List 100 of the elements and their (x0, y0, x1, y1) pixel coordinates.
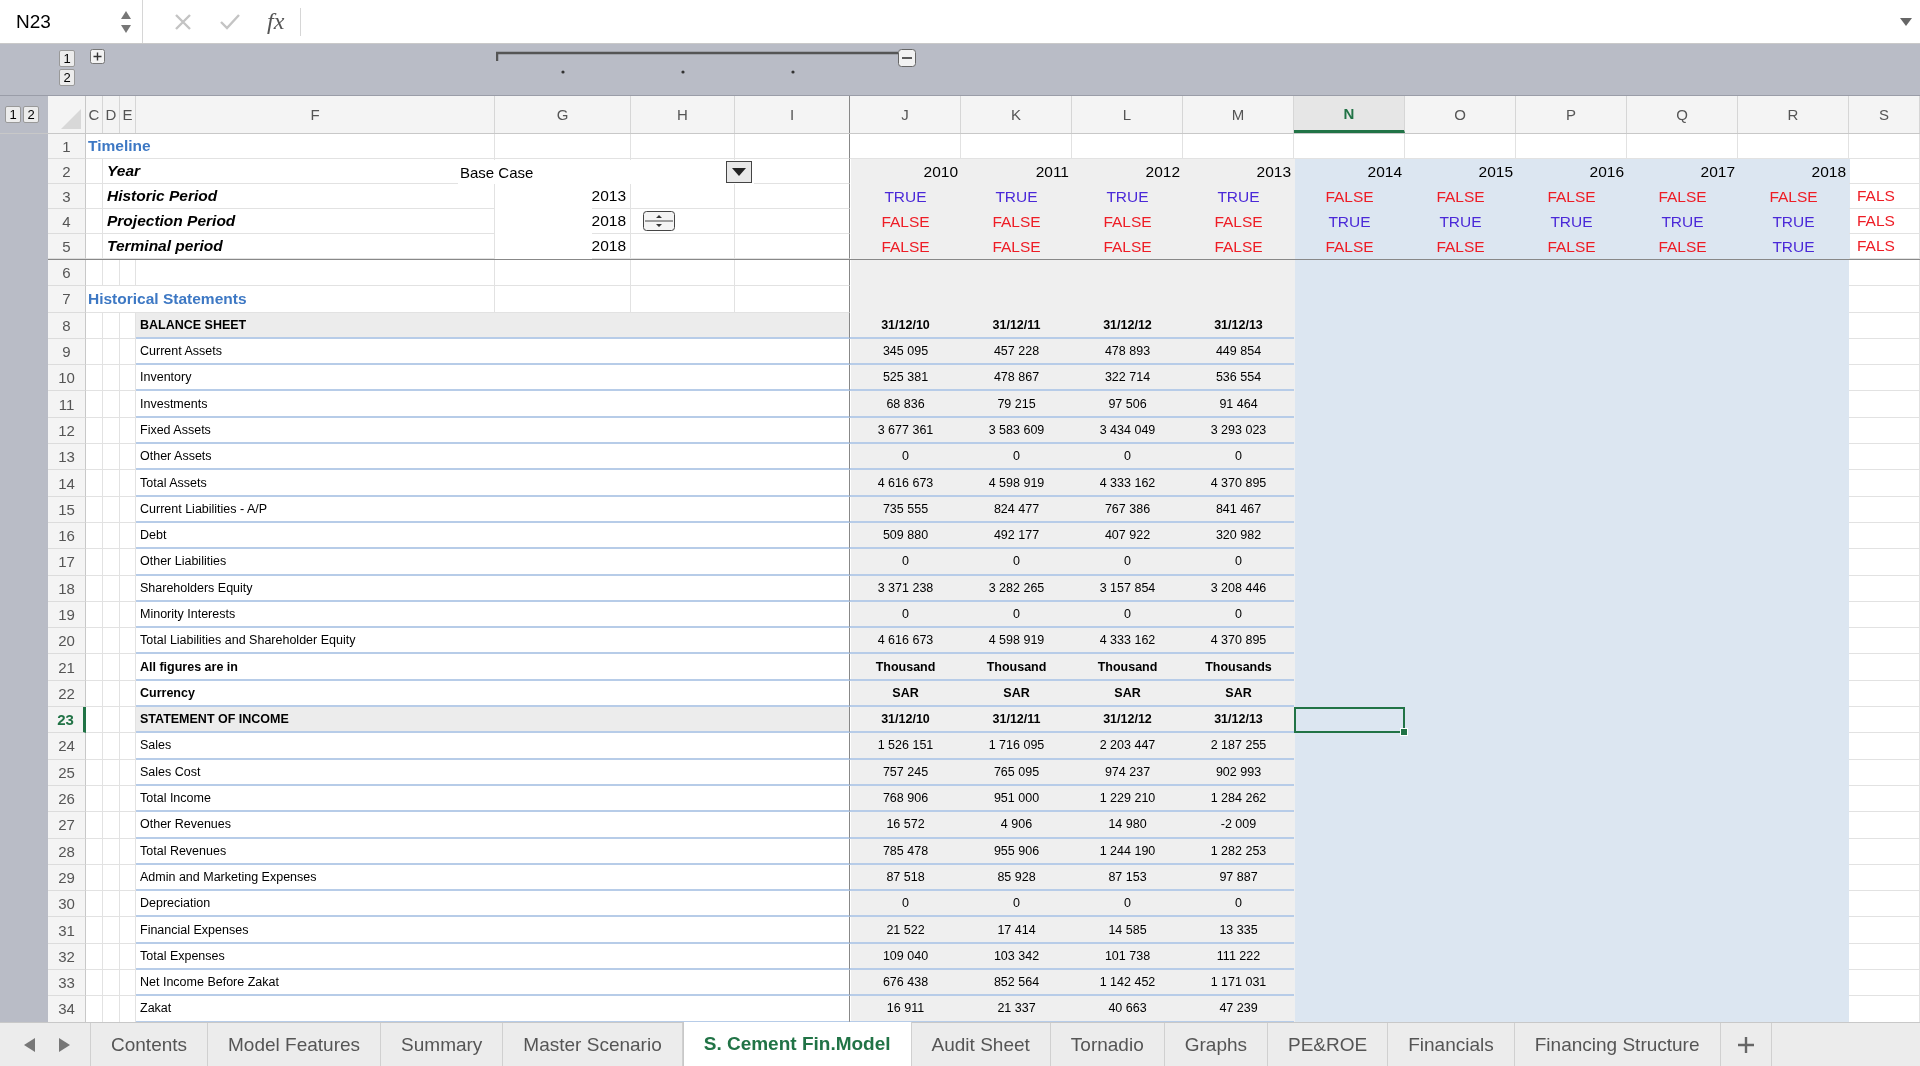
column-header[interactable]: O (1405, 96, 1516, 133)
row-number[interactable]: 4 (48, 209, 86, 234)
row-number[interactable]: 34 (48, 996, 86, 1022)
table-cell: 3 371 238 (850, 575, 961, 602)
column-header[interactable]: C (86, 96, 103, 133)
empty-cell (86, 654, 103, 681)
empty-cell (103, 812, 120, 839)
row-number[interactable]: 25 (48, 759, 86, 786)
insert-function-button[interactable]: fx (267, 8, 285, 35)
fill-handle[interactable] (1400, 728, 1408, 737)
selected-cell[interactable] (1294, 707, 1405, 734)
row-number[interactable]: 2 (48, 159, 86, 184)
row-number[interactable]: 24 (48, 733, 86, 760)
row-number[interactable]: 12 (48, 417, 86, 445)
section-title: Timeline (86, 134, 495, 159)
row-number[interactable]: 9 (48, 338, 86, 366)
row-number[interactable]: 18 (48, 575, 86, 602)
row-label: Fixed Assets (136, 417, 850, 445)
empty-cell (1849, 838, 1920, 865)
sheet-tab[interactable]: PE&ROE (1268, 1023, 1389, 1066)
column-header[interactable]: S (1849, 96, 1920, 133)
caret-icon[interactable] (1900, 17, 1912, 26)
table-cell: 0 (961, 444, 1072, 471)
outline-level-button[interactable]: 2 (59, 69, 75, 86)
column-header[interactable]: P (1516, 96, 1627, 133)
sheet-tab[interactable]: Tornadio (1050, 1023, 1165, 1066)
row-number[interactable]: 28 (48, 838, 86, 865)
outline-level-button[interactable]: 1 (59, 50, 75, 67)
table-cell: 4 616 673 (850, 470, 961, 497)
row-number[interactable]: 27 (48, 812, 86, 839)
outline-level-button[interactable]: 2 (23, 106, 39, 123)
row-label: Debt (136, 522, 850, 550)
table-cell: 478 867 (961, 365, 1072, 392)
row-number[interactable]: 31 (48, 917, 86, 944)
next-sheet-icon[interactable] (58, 1037, 70, 1052)
row-number[interactable]: 30 (48, 891, 86, 918)
row-number[interactable]: 23 (48, 707, 86, 734)
sheet-tab[interactable]: Audit Sheet (911, 1023, 1051, 1066)
column-header[interactable]: R (1738, 96, 1849, 133)
column-header[interactable]: J (850, 96, 961, 133)
table-cell: 1 229 210 (1072, 785, 1183, 813)
row-number[interactable]: 7 (48, 286, 86, 313)
sheet-tab[interactable]: Financials (1388, 1023, 1515, 1066)
column-header[interactable]: I (735, 96, 850, 133)
collapse-icon[interactable] (898, 49, 916, 67)
row-number[interactable]: 22 (48, 680, 86, 708)
column-header[interactable]: G (495, 96, 631, 133)
column-header[interactable]: K (961, 96, 1072, 133)
row-number[interactable]: 32 (48, 943, 86, 970)
column-header[interactable]: E (120, 96, 136, 133)
row-number[interactable]: 14 (48, 470, 86, 497)
add-sheet-icon[interactable] (1736, 1035, 1755, 1054)
previous-sheet-icon[interactable] (24, 1037, 36, 1052)
row-number[interactable]: 10 (48, 365, 86, 392)
row-number[interactable]: 26 (48, 785, 86, 813)
flag-cell-text: TRUE (1105, 186, 1150, 207)
sheet-tab[interactable]: Master Scenario (503, 1023, 683, 1066)
sheet-tab[interactable]: Summary (381, 1023, 504, 1066)
scenario-dropdown[interactable]: Base Case (458, 160, 754, 184)
row-number[interactable]: 13 (48, 444, 86, 471)
row-number[interactable]: 17 (48, 549, 86, 576)
column-header[interactable]: N (1294, 96, 1405, 133)
row-number[interactable]: 11 (48, 391, 86, 418)
spinner-control[interactable] (643, 211, 675, 231)
table-cell: 902 993 (1183, 759, 1294, 786)
row-number[interactable]: 15 (48, 496, 86, 523)
row-number[interactable]: 1 (48, 134, 86, 159)
sheet-tab[interactable]: Graphs (1164, 1023, 1268, 1066)
empty-cell (120, 549, 136, 576)
sheet-tab[interactable]: Model Features (208, 1023, 382, 1066)
row-number[interactable]: 6 (48, 260, 86, 287)
expand-icon[interactable] (90, 49, 105, 64)
sheet-tab[interactable]: Contents (91, 1023, 209, 1066)
row-number[interactable]: 21 (48, 654, 86, 681)
empty-cell (86, 812, 103, 839)
row-number[interactable]: 20 (48, 628, 86, 655)
column-header[interactable]: Q (1627, 96, 1738, 133)
sheet-tab[interactable]: Financing Structure (1514, 1023, 1721, 1066)
empty-cell (120, 812, 136, 839)
row-number[interactable]: 8 (48, 312, 86, 339)
empty-cell (1849, 575, 1920, 602)
column-header[interactable]: L (1072, 96, 1183, 133)
table-cell: 735 555 (850, 496, 961, 523)
flag-cell-text: TRUE (1216, 186, 1261, 207)
check-icon[interactable] (219, 12, 241, 31)
row-number[interactable]: 16 (48, 522, 86, 550)
row-label: Total Expenses (136, 943, 850, 970)
row-number[interactable]: 3 (48, 184, 86, 209)
table-cell: 767 386 (1072, 496, 1183, 523)
outline-level-button[interactable]: 1 (5, 106, 21, 123)
column-header[interactable]: F (136, 96, 495, 133)
row-number[interactable]: 33 (48, 970, 86, 997)
row-number[interactable]: 19 (48, 601, 86, 629)
sheet-tab[interactable]: S. Cement Fin.Model (682, 1022, 912, 1066)
column-header[interactable]: D (103, 96, 120, 133)
column-header[interactable]: H (631, 96, 735, 133)
table-cell: 2 203 447 (1072, 733, 1183, 760)
row-number[interactable]: 29 (48, 864, 86, 892)
row-label: Admin and Marketing Expenses (136, 864, 850, 892)
row-number[interactable]: 5 (48, 234, 86, 259)
